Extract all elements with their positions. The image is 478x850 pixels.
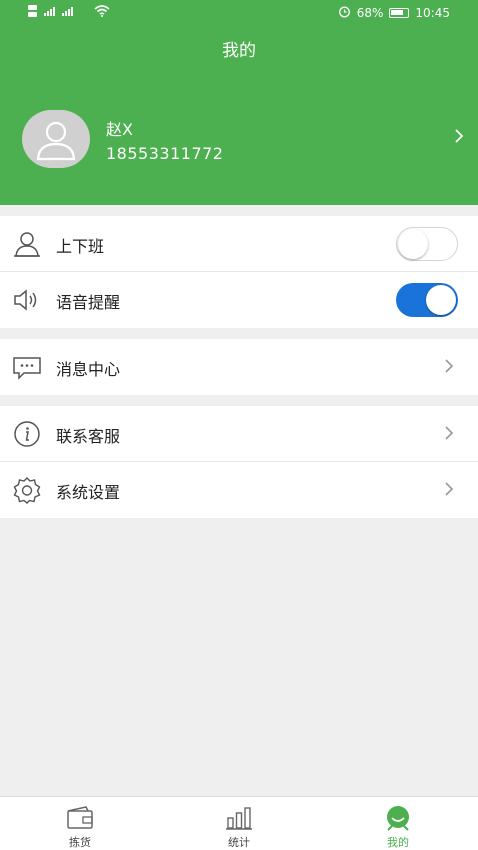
box-icon	[66, 805, 94, 831]
user-name: 赵X	[106, 120, 133, 139]
shift-toggle[interactable]	[396, 227, 458, 261]
battery-percent: 68%	[356, 6, 384, 20]
voice-toggle[interactable]	[396, 283, 458, 317]
shift-label: 上下班	[56, 237, 105, 256]
messages-row[interactable]: 消息中心	[0, 339, 478, 395]
alarm-icon	[338, 5, 351, 21]
status-bar: 68% 10:45	[0, 0, 478, 26]
chevron-right-icon[interactable]	[454, 128, 464, 148]
profile-card[interactable]: 赵X 18553311772	[0, 100, 478, 180]
bar-chart-icon	[225, 805, 253, 831]
system-label: 系统设置	[56, 483, 121, 502]
contact-label: 联系客服	[56, 427, 121, 446]
toggle-knob	[426, 285, 456, 315]
toggle-knob	[398, 229, 428, 259]
voice-row: 语音提醒	[0, 272, 478, 328]
status-left	[28, 4, 110, 21]
tab-stats-label: 统计	[228, 836, 250, 849]
signal-icon	[28, 4, 88, 21]
tab-picking-label: 拣货	[69, 836, 91, 849]
speaker-icon	[12, 286, 42, 314]
chevron-right-icon	[444, 481, 454, 501]
chevron-right-icon	[444, 425, 454, 445]
tab-picking[interactable]: 拣货	[40, 801, 120, 849]
tab-stats[interactable]: 统计	[199, 801, 279, 849]
chat-icon	[12, 353, 42, 381]
settings-group: 上下班 语音提醒	[0, 216, 478, 328]
clock: 10:45	[415, 6, 450, 20]
shift-row: 上下班	[0, 216, 478, 272]
support-group: 联系客服 系统设置	[0, 406, 478, 518]
bottom-tab-bar: 拣货 统计 我的	[0, 796, 478, 850]
system-row[interactable]: 系统设置	[0, 462, 478, 518]
messages-label: 消息中心	[56, 360, 121, 379]
battery-icon	[389, 8, 410, 18]
wifi-icon	[94, 5, 110, 20]
smile-user-icon	[384, 805, 412, 831]
gear-icon	[12, 476, 42, 504]
info-icon	[12, 420, 42, 448]
worker-icon	[12, 230, 42, 258]
user-phone: 18553311772	[106, 144, 224, 163]
avatar[interactable]	[22, 110, 90, 168]
status-right: 68% 10:45	[338, 5, 450, 21]
chevron-right-icon	[444, 358, 454, 378]
profile-header: 68% 10:45 我的 赵X 18553311772	[0, 0, 478, 205]
voice-label: 语音提醒	[56, 293, 121, 312]
tab-mine-label: 我的	[387, 836, 409, 849]
user-icon	[36, 121, 76, 161]
page-title: 我的	[222, 41, 256, 61]
contact-row[interactable]: 联系客服	[0, 406, 478, 462]
tab-mine[interactable]: 我的	[358, 801, 438, 849]
message-group: 消息中心	[0, 339, 478, 395]
